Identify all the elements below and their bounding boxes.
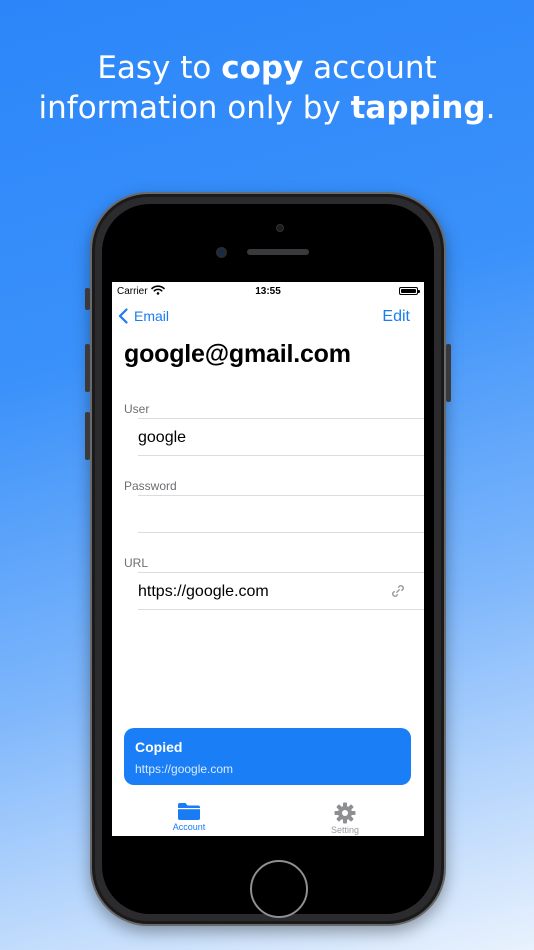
- url-field-label: URL: [124, 556, 149, 570]
- divider: [138, 455, 424, 456]
- navigation-bar: Email Edit: [112, 304, 424, 332]
- battery-icon: [399, 287, 420, 295]
- chevron-left-icon: [118, 308, 128, 324]
- user-field-row[interactable]: google: [138, 419, 424, 457]
- tab-account[interactable]: Account: [149, 802, 229, 832]
- tab-account-label: Account: [172, 822, 206, 832]
- edit-button[interactable]: Edit: [382, 308, 410, 326]
- link-icon[interactable]: [390, 583, 406, 599]
- password-field-label: Password: [124, 479, 177, 493]
- front-camera-icon: [216, 247, 227, 258]
- url-field-value: https://google.com: [138, 583, 269, 600]
- url-field-row[interactable]: https://google.com: [138, 573, 424, 611]
- back-button-label: Email: [134, 308, 170, 324]
- password-field-row[interactable]: [138, 496, 424, 534]
- mute-switch: [85, 288, 90, 310]
- divider: [138, 609, 424, 610]
- page-title: google@gmail.com: [124, 340, 351, 368]
- tab-setting-label: Setting: [330, 825, 360, 835]
- status-time: 13:55: [255, 286, 281, 297]
- user-field-value: google: [138, 429, 187, 446]
- tab-bar: Account Setting: [112, 798, 424, 836]
- app-screen: Carrier 13:55 Email Edit google@gmail.co…: [112, 282, 424, 836]
- toast-subtitle: https://google.com: [135, 762, 234, 776]
- headline: Easy to copy account information only by…: [0, 48, 534, 128]
- status-bar: Carrier 13:55: [112, 282, 424, 300]
- tab-setting[interactable]: Setting: [305, 802, 385, 835]
- user-field-label: User: [124, 402, 150, 416]
- copied-toast[interactable]: Copied https://google.com: [124, 728, 411, 785]
- gear-icon: [334, 802, 356, 824]
- toast-title: Copied: [135, 739, 183, 755]
- home-button[interactable]: [250, 860, 308, 918]
- headline-line-2: information only by tapping.: [38, 90, 496, 126]
- earpiece-speaker: [247, 249, 309, 255]
- volume-down-button: [85, 412, 90, 460]
- power-button: [446, 344, 451, 402]
- proximity-sensor: [276, 224, 284, 232]
- folder-icon: [178, 803, 200, 820]
- volume-up-button: [85, 344, 90, 392]
- back-button[interactable]: Email: [118, 308, 169, 324]
- headline-line-1: Easy to copy account: [97, 50, 437, 86]
- divider: [138, 532, 424, 533]
